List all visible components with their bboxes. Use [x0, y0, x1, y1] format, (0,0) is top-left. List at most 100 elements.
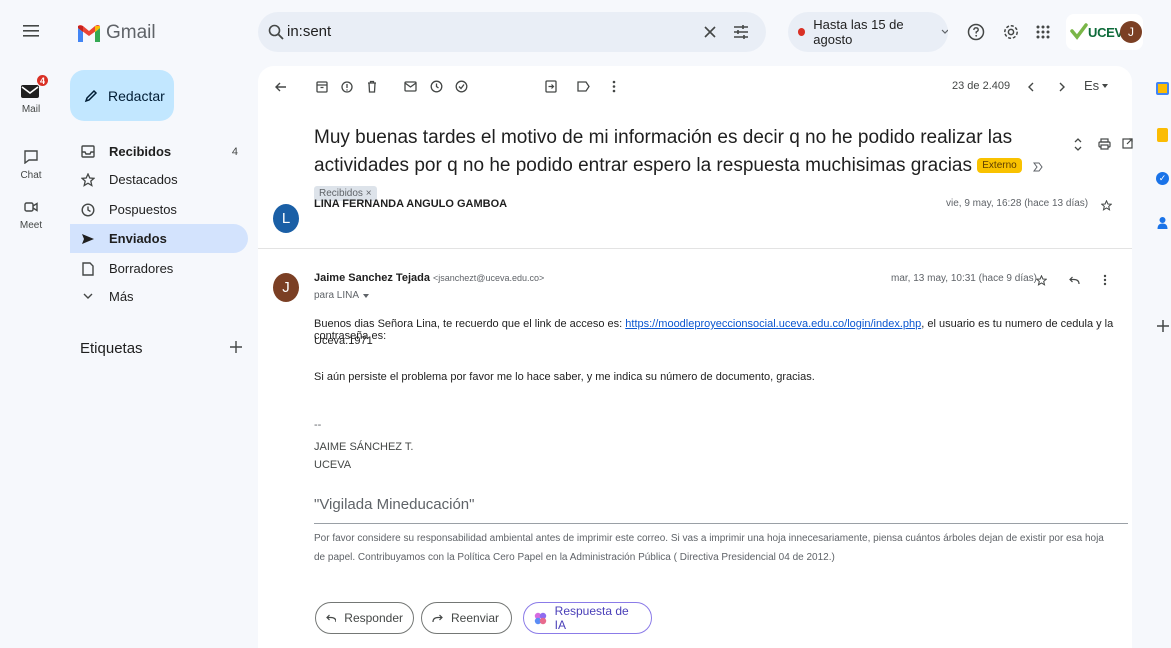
- account-avatar[interactable]: J: [1120, 21, 1142, 43]
- sidebar-item-label: Borradores: [109, 261, 174, 276]
- add-to-tasks-icon[interactable]: [455, 80, 469, 93]
- caret-down-icon: [363, 293, 370, 298]
- app-rail: 4 Mail Chat Meet: [0, 0, 62, 648]
- uceva-check-icon: [1070, 23, 1088, 40]
- sidebar-item-drafts[interactable]: Borradores: [70, 254, 248, 283]
- external-badge: Externo: [977, 158, 1022, 173]
- message-sender-name[interactable]: Jaime Sanchez Tejada: [314, 272, 430, 284]
- forward-icon: [432, 614, 443, 622]
- avatar-letter: J: [282, 279, 290, 296]
- message-divider: [258, 248, 1132, 249]
- settings-gear-icon[interactable]: [1002, 23, 1020, 41]
- email-subject: Muy buenas tardes el motivo de mi inform…: [314, 124, 1049, 208]
- calendar-icon[interactable]: [1156, 82, 1169, 95]
- importance-marker-icon[interactable]: [1033, 162, 1043, 172]
- back-arrow-icon[interactable]: [275, 82, 287, 92]
- signature-motto: "Vigilada Mineducación": [314, 496, 475, 513]
- sidebar-item-label: Recibidos: [109, 144, 172, 159]
- print-icon[interactable]: [1098, 138, 1111, 150]
- search-input[interactable]: in:sent: [287, 23, 331, 40]
- contacts-icon[interactable]: [1157, 216, 1168, 230]
- compose-button[interactable]: Redactar: [70, 70, 174, 121]
- message-body-paragraph-2: Si aún persiste el problema por favor me…: [314, 371, 815, 383]
- get-addons-plus-icon[interactable]: [1157, 320, 1169, 332]
- sidebar-item-starred[interactable]: Destacados: [70, 165, 248, 194]
- move-to-icon[interactable]: [545, 80, 557, 93]
- message-header: Jaime Sanchez Tejada <jsanchezt@uceva.ed…: [314, 272, 544, 284]
- star-icon: [81, 172, 95, 187]
- vacation-status-chip[interactable]: Hasta las 15 de agosto: [788, 12, 948, 52]
- rail-chat[interactable]: Chat: [0, 146, 62, 181]
- search-icon[interactable]: [268, 24, 284, 40]
- signature-name: JAIME SÁNCHEZ T.: [314, 441, 414, 453]
- message-body-password: Uceva.1971: [314, 335, 373, 347]
- star-icon[interactable]: [1101, 200, 1112, 211]
- sender-avatar: L: [273, 204, 299, 233]
- gmail-m-icon: [78, 24, 100, 42]
- reply-button[interactable]: Responder: [315, 602, 414, 634]
- tasks-icon[interactable]: ✓: [1156, 172, 1169, 185]
- rail-mail-label: Mail: [21, 104, 41, 115]
- recipient-text: para LINA: [314, 290, 360, 301]
- expand-all-icon[interactable]: [1074, 138, 1082, 151]
- unread-count: 4: [231, 145, 238, 158]
- caret-down-icon: [1102, 83, 1109, 88]
- input-language-selector[interactable]: Es: [1084, 78, 1109, 93]
- forward-button[interactable]: Reenviar: [421, 602, 512, 634]
- labels-heading: Etiquetas: [80, 340, 143, 357]
- sidebar-item-sent[interactable]: Enviados: [70, 224, 248, 253]
- more-options-icon[interactable]: [612, 80, 616, 93]
- reply-icon[interactable]: [1069, 276, 1080, 285]
- gmail-logo-text: Gmail: [106, 22, 156, 43]
- mark-unread-icon[interactable]: [404, 80, 417, 92]
- search-options-icon[interactable]: [733, 24, 749, 40]
- signature-rule: [314, 523, 1128, 524]
- open-in-new-window-icon[interactable]: [1122, 138, 1133, 149]
- ai-reply-button-label: Respuesta de IA: [554, 604, 629, 632]
- mail-unread-badge: 4: [36, 74, 49, 87]
- pencil-icon: [84, 89, 98, 102]
- add-label-icon[interactable]: [230, 341, 242, 353]
- star-icon[interactable]: [1036, 275, 1047, 286]
- sidebar-item-inbox[interactable]: Recibidos 4: [70, 137, 248, 166]
- rail-mail[interactable]: 4 Mail: [0, 74, 62, 115]
- label-tag-icon[interactable]: [577, 81, 590, 92]
- report-spam-icon[interactable]: [341, 81, 353, 93]
- rail-meet[interactable]: Meet: [0, 196, 62, 231]
- search-bar[interactable]: in:sent: [258, 12, 766, 52]
- labels-heading-text: Etiquetas: [80, 340, 143, 357]
- ai-reply-button[interactable]: Respuesta de IA: [523, 602, 652, 634]
- snooze-clock-icon[interactable]: [430, 80, 443, 93]
- compose-label: Redactar: [108, 87, 165, 104]
- more-options-icon[interactable]: [1103, 274, 1107, 286]
- body-intro: Buenos dias Señora Lina, te recuerdo que…: [314, 318, 626, 330]
- sender-avatar: J: [273, 273, 299, 302]
- reply-icon: [326, 614, 337, 622]
- recipient-details[interactable]: para LINA: [314, 290, 370, 301]
- apps-grid-icon[interactable]: [1036, 25, 1050, 39]
- vacation-status-label: Hasta las 15 de agosto: [813, 17, 904, 47]
- next-chevron-icon[interactable]: [1059, 82, 1066, 92]
- signature-org: UCEVA: [314, 459, 352, 471]
- sidebar-item-label: Más: [109, 289, 134, 304]
- delete-trash-icon[interactable]: [367, 80, 377, 93]
- archive-icon[interactable]: [316, 81, 328, 93]
- rail-chat-label: Chat: [20, 170, 42, 181]
- message-sender-name[interactable]: LINA FERNANDA ANGULO GAMBOA: [314, 198, 507, 210]
- gmail-logo[interactable]: Gmail: [78, 22, 156, 44]
- message-view: 23 de 2.409 Es Muy buenas tardes el moti…: [258, 66, 1133, 648]
- forward-button-label: Reenviar: [451, 611, 500, 625]
- previous-chevron-icon[interactable]: [1027, 82, 1034, 92]
- sidebar-item-snoozed[interactable]: Pospuestos: [70, 195, 248, 224]
- avatar-letter: L: [281, 210, 291, 227]
- sidebar-item-more[interactable]: Más: [70, 282, 248, 311]
- keep-icon[interactable]: [1157, 128, 1168, 142]
- help-icon[interactable]: [967, 23, 985, 41]
- message-date: mar, 13 may, 10:31 (hace 9 días): [891, 273, 1038, 284]
- moodle-login-link[interactable]: https://moodleproyeccionsocial.uceva.edu…: [625, 318, 921, 330]
- send-icon: [82, 233, 94, 244]
- clear-search-icon[interactable]: [704, 26, 716, 38]
- clock-icon: [81, 202, 95, 217]
- message-sender-email: <jsanchezt@uceva.edu.co>: [433, 273, 545, 283]
- message-date: vie, 9 may, 16:28 (hace 13 días): [946, 198, 1089, 209]
